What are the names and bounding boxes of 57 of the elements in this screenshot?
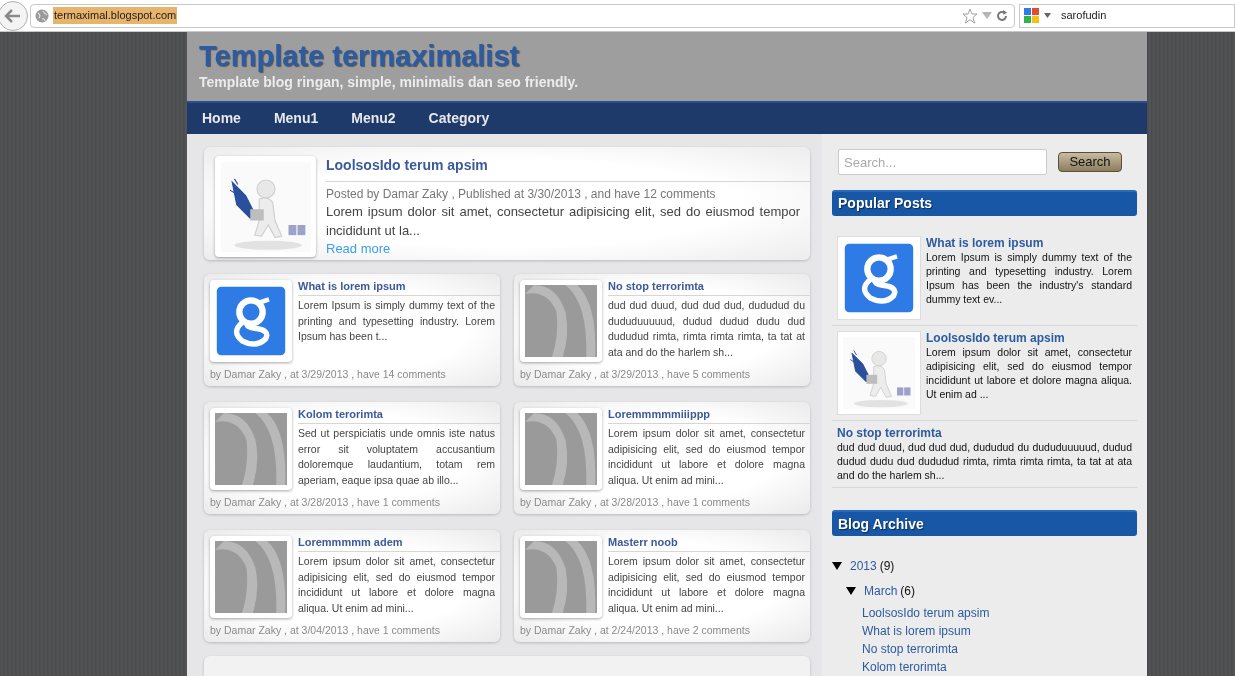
popular-post-link[interactable]: No stop terrorimta bbox=[837, 425, 1132, 440]
nav-link[interactable]: Category bbox=[428, 108, 490, 129]
expand-triangle-icon[interactable] bbox=[846, 586, 856, 597]
globe-icon bbox=[35, 8, 49, 23]
archive-link[interactable]: 2013 bbox=[850, 557, 877, 576]
archive-post-link[interactable]: LoolsosIdo terum apsim bbox=[862, 604, 1137, 622]
archive-count: (9) bbox=[879, 558, 895, 576]
post-meta: by Damar Zaky , at 3/29/2013 , have 5 comments bbox=[520, 368, 751, 381]
star-icon[interactable] bbox=[962, 7, 978, 24]
widget-header: Popular Posts bbox=[832, 190, 1137, 216]
search-engine-text: sarofudin bbox=[1061, 8, 1107, 24]
popular-post-link[interactable]: LoolsosIdo terum apsim bbox=[926, 330, 1132, 345]
post-meta: by Damar Zaky , at 2/24/2013 , have 2 comments bbox=[520, 624, 751, 637]
popular-post-excerpt: Lorem ipsum dolor sit amet, consectetur adipisicing elit, sed do eiusmod tempor incididunt ut labore et dolore magna aliqua. Ut enim ad ... bbox=[926, 345, 1132, 401]
back-button[interactable] bbox=[0, 0, 28, 31]
post-excerpt: Lorem ipsum dolor sit amet, consectetur adipisicing elit, sed do eiusmod tempor incididunt ut labore et dolore magna aliqua. Ut enim ad mini... bbox=[298, 554, 496, 616]
post-excerpt: Sed ut perspiciatis unde omnis iste natus error sit voluptatem accusantium doloremque laudantium, totam rem aperiam, eaque ipsa quae ab illo... bbox=[298, 426, 496, 488]
archive-post-link[interactable]: What is lorem ipsum bbox=[862, 622, 1137, 640]
colored-squares-icon[interactable] bbox=[1024, 7, 1040, 24]
search-button[interactable]: Search bbox=[1058, 152, 1122, 172]
post-title-link[interactable]: Loremmmmm adem bbox=[298, 536, 500, 552]
post-meta: Posted by Damar Zaky , Published at 3/30/2013 , and have 12 comments bbox=[326, 187, 717, 202]
archive-post-link[interactable]: No stop terrorimta bbox=[862, 640, 1137, 658]
post-meta: by Damar Zaky , at 3/29/2013 , have 14 comments bbox=[210, 368, 447, 381]
search-engine-field[interactable]: sarofudin bbox=[1019, 3, 1235, 28]
post-title-link[interactable]: No stop terrorimta bbox=[608, 280, 810, 296]
reload-icon[interactable] bbox=[996, 9, 1008, 22]
post-excerpt: Lorem Ipsum is simply dummy text of the printing and typesetting industry. Lorem Ipsum has been t... bbox=[298, 298, 496, 344]
back-arrow-icon bbox=[4, 7, 22, 24]
post-title-link[interactable]: What is lorem ipsum bbox=[298, 280, 500, 296]
archive-post-link[interactable]: Kolom terorimta bbox=[862, 658, 1137, 676]
popular-post-excerpt: dud dud duud, dud dud dud, dududud du dududuuuuud, dudud dudud dudu dud dududud rimta, rimta rimta rimta, ta tat at ata and do the harlem sh... bbox=[837, 440, 1132, 482]
archive-link[interactable]: March bbox=[864, 582, 898, 601]
widget-header: Blog Archive bbox=[832, 510, 1137, 536]
post-excerpt: Lorem ipsum dolor sit amet, consectetur adipisicing elit, sed do eiusmod tempor incididunt ut labore et dolore magna aliqua. Ut enim ad mini... bbox=[608, 554, 806, 616]
post-title-link[interactable]: Kolom terorimta bbox=[298, 408, 500, 424]
search-field[interactable]: Search... bbox=[838, 149, 1047, 175]
post-meta: by Damar Zaky , at 3/28/2013 , have 1 comments bbox=[210, 496, 441, 509]
archive-count: (6) bbox=[900, 583, 915, 601]
post-excerpt: Lorem ipsum dolor sit amet, consectetur adipisicing elit, sed do eiusmod tempor incididunt ut la... bbox=[326, 203, 800, 240]
post-excerpt: Lorem ipsum dolor sit amet, consectetur adipisicing elit, sed do eiusmod tempor incididunt ut labore et dolore magna aliqua. Ut enim ad mini... bbox=[608, 426, 806, 488]
nav-link[interactable]: Menu2 bbox=[351, 108, 396, 129]
address-bar[interactable]: termaximal.blogspot.com bbox=[30, 3, 1015, 28]
nav-link[interactable]: Home bbox=[202, 108, 241, 129]
post-meta: by Damar Zaky , at 3/28/2013 , have 1 comments bbox=[520, 496, 751, 509]
post-meta: by Damar Zaky , at 3/04/2013 , have 1 comments bbox=[210, 624, 441, 637]
nav-link[interactable]: Menu1 bbox=[273, 108, 319, 129]
url-text: termaximal.blogspot.com bbox=[53, 7, 178, 24]
expand-triangle-icon[interactable] bbox=[832, 561, 842, 572]
caret-icon[interactable] bbox=[1044, 13, 1051, 18]
blog-subtitle: Template blog ringan, simple, minimalis dan seo friendly. bbox=[199, 73, 580, 91]
post-title-link[interactable]: Loremmmmmiiippp bbox=[608, 408, 810, 424]
post-title-link[interactable]: LoolsosIdo terum apsim bbox=[326, 156, 810, 182]
popular-post-excerpt: Lorem Ipsum is simply dummy text of the printing and typesetting industry. Lorem Ipsum has been the industry's standard dummy text ev... bbox=[926, 250, 1132, 306]
post-excerpt: dud dud duud, dud dud dud, dududud du dududuuuuud, dudud dudud dudu dud dududud rimta, rimta rimta rimta, ta tat at ata and do the harlem sh... bbox=[608, 298, 806, 360]
post-title-link[interactable]: Masterr noob bbox=[608, 536, 810, 552]
popular-post-link[interactable]: What is lorem ipsum bbox=[926, 235, 1132, 250]
